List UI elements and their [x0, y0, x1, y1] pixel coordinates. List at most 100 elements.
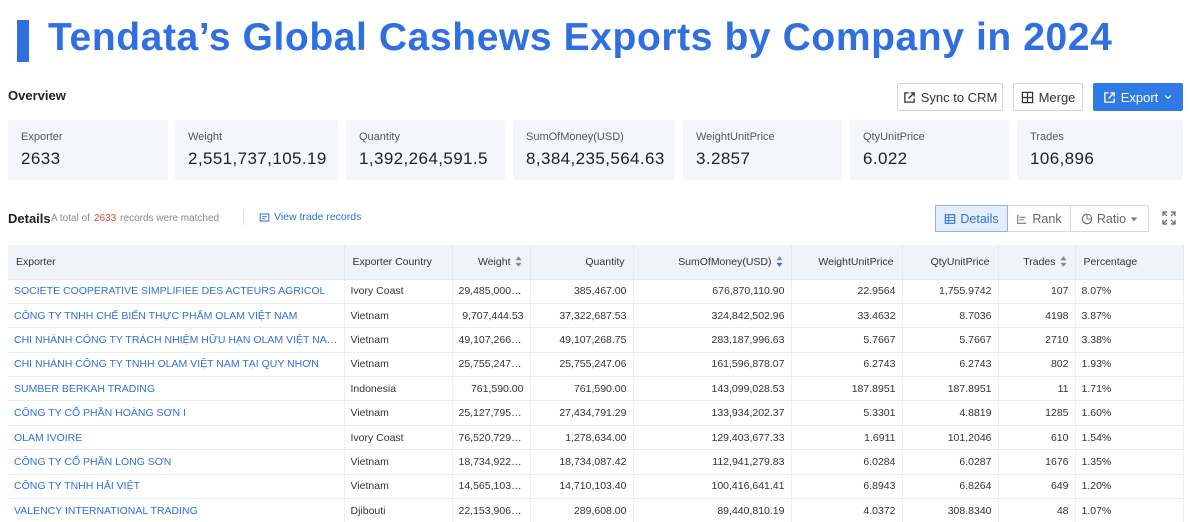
table-row: CÔNG TY CỔ PHẦN LONG SƠN Vietnam 18,734,92… [8, 449, 1184, 475]
cell-quantity: 761,590.00 [530, 376, 634, 401]
cell-quantity: 49,107,268.75 [530, 327, 634, 353]
exporter-name-link[interactable]: CHI NHÁNH CÔNG TY TNHH OLAM VIỆT NAM TẠI… [8, 351, 345, 377]
cell-percentage: 1.35% [1075, 449, 1184, 475]
cell-quantity: 25,755,247.06 [530, 351, 634, 377]
stat-card-sum-of-money: SumOfMoney(USD) 8,384,235,564.63 [513, 120, 675, 180]
tab-rank[interactable]: Rank [1008, 205, 1071, 232]
table-row: SOCIETE COOPERATIVE SIMPLIFIEE DES ACTEU… [8, 278, 1184, 304]
cell-weight: 761,590.00 [452, 376, 531, 401]
external-edit-icon [903, 91, 915, 103]
exporter-name-link[interactable]: CÔNG TY CỔ PHẦN LONG SƠN [8, 449, 345, 475]
cell-sum-of-money: 143,099,028.53 [633, 376, 792, 401]
stat-card-qty-unit-price: QtyUnitPrice 6.022 [850, 120, 1009, 180]
cell-weight-unit-price: 5.7667 [791, 327, 903, 353]
title-accent-bar [17, 20, 29, 62]
cell-weight: 76,520,729.00 [452, 424, 531, 450]
cell-exporter-country: Ivory Coast [344, 278, 453, 304]
cell-percentage: 1.60% [1075, 400, 1184, 426]
cell-qty-unit-price: 6.0287 [902, 449, 999, 475]
table-row: CHI NHÁNH CÔNG TY TRÁCH NHIỆM HỮU HẠN OL… [8, 327, 1184, 353]
fullscreen-icon[interactable] [1162, 211, 1176, 225]
exporter-name-link[interactable]: CÔNG TY TNHH HẢI VIỆT [8, 473, 345, 499]
cell-weight-unit-price: 1.6911 [791, 424, 903, 450]
tab-rank-label: Rank [1032, 211, 1062, 226]
stat-card-weight-unit-price: WeightUnitPrice 3.2857 [683, 120, 842, 180]
cell-qty-unit-price: 101.2046 [902, 424, 999, 450]
cell-percentage: 1.07% [1075, 498, 1184, 522]
cell-qty-unit-price: 8.7036 [902, 302, 999, 328]
export-label: Export [1120, 89, 1159, 105]
cell-qty-unit-price: 187.8951 [902, 376, 999, 401]
stat-label: SumOfMoney(USD) [526, 131, 624, 143]
exporter-name-link[interactable]: VALENCY INTERNATIONAL TRADING [8, 498, 345, 522]
cell-weight-unit-price: 33.4632 [791, 302, 903, 328]
table-icon [945, 213, 956, 224]
cell-quantity: 289,608.00 [530, 498, 634, 522]
column-header-sum-of-money[interactable]: SumOfMoney(USD) [633, 245, 792, 279]
exporter-name-link[interactable]: CÔNG TY TNHH CHẾ BIẾN THỰC PHẨM OLAM VIỆ… [8, 302, 345, 328]
cell-trades: 610 [998, 424, 1076, 450]
cell-weight: 22,153,906.00 [452, 498, 531, 522]
exporter-name-link[interactable]: SOCIETE COOPERATIVE SIMPLIFIEE DES ACTEU… [8, 278, 345, 304]
cell-weight: 25,127,795.76 [452, 400, 531, 426]
stat-label: Quantity [359, 131, 400, 143]
exporter-name-link[interactable]: CÔNG TY CỔ PHẦN HOÀNG SƠN I [8, 400, 345, 426]
cell-percentage: 1.20% [1075, 473, 1184, 499]
table-row: VALENCY INTERNATIONAL TRADING Djibouti 22,… [8, 498, 1184, 522]
cell-exporter-country: Vietnam [344, 302, 453, 328]
cell-qty-unit-price: 6.2743 [902, 351, 999, 377]
cell-exporter-country: Ivory Coast [344, 424, 453, 450]
cell-weight: 9,707,444.53 [452, 302, 531, 328]
merge-button[interactable]: Merge [1013, 83, 1083, 111]
total-suffix: records were matched [120, 213, 220, 224]
cell-exporter-country: Vietnam [344, 473, 453, 499]
column-header-trades-label: Trades [1023, 255, 1056, 268]
cell-quantity: 14,710,103.40 [530, 473, 634, 499]
exporter-name-link[interactable]: SUMBER BERKAH TRADING [8, 376, 345, 401]
cell-sum-of-money: 161,596,878.07 [633, 351, 792, 377]
column-header-weight[interactable]: Weight [452, 245, 531, 279]
stat-value: 106,896 [1030, 149, 1095, 168]
sync-to-crm-button[interactable]: Sync to CRM [897, 83, 1003, 111]
cell-exporter-country: Vietnam [344, 400, 453, 426]
cell-sum-of-money: 129,403,677.33 [633, 424, 792, 450]
sort-icon[interactable] [1059, 256, 1067, 268]
table-row: CÔNG TY TNHH CHẾ BIẾN THỰC PHẨM OLAM VIỆ… [8, 302, 1184, 328]
divider [243, 211, 244, 225]
cell-weight-unit-price: 187.8951 [791, 376, 903, 401]
cell-trades: 1676 [998, 449, 1076, 475]
tab-details[interactable]: Details [935, 205, 1008, 232]
stat-label: Trades [1030, 131, 1064, 143]
stat-label: Weight [188, 131, 223, 143]
cell-sum-of-money: 676,870,110.90 [633, 278, 792, 304]
column-header-trades[interactable]: Trades [998, 245, 1076, 279]
cell-exporter-country: Djibouti [344, 498, 453, 522]
table-row: CÔNG TY CỔ PHẦN HOÀNG SƠN I Vietnam 25,127… [8, 400, 1184, 426]
records-matched-text: A total of 2633 records were matched [51, 213, 219, 224]
cell-weight-unit-price: 22.9564 [791, 278, 903, 304]
column-header-qty-unit-price: QtyUnitPrice [902, 245, 999, 279]
total-count: 2633 [93, 213, 117, 224]
total-prefix: A total of [51, 213, 90, 224]
cell-quantity: 1,278,634.00 [530, 424, 634, 450]
cell-weight-unit-price: 6.0284 [791, 449, 903, 475]
cell-qty-unit-price: 5.7667 [902, 327, 999, 353]
stat-card-trades: Trades 106,896 [1017, 120, 1183, 180]
column-header-sum-of-money-label: SumOfMoney(USD) [678, 255, 772, 268]
export-button[interactable]: Export [1093, 83, 1183, 111]
cell-trades: 1285 [998, 400, 1076, 426]
tab-ratio[interactable]: Ratio [1071, 205, 1149, 232]
exporter-name-link[interactable]: CHI NHÁNH CÔNG TY TRÁCH NHIỆM HỮU HẠN OL… [8, 327, 345, 353]
cell-percentage: 1.93% [1075, 351, 1184, 377]
sort-icon[interactable] [514, 256, 522, 268]
table-row: SUMBER BERKAH TRADING Indonesia 761,590.00… [8, 376, 1184, 401]
view-trade-records-link[interactable]: View trade records [259, 211, 361, 223]
cell-sum-of-money: 324,842,502.96 [633, 302, 792, 328]
sort-icon[interactable] [775, 256, 783, 268]
cell-exporter-country: Vietnam [344, 351, 453, 377]
cell-qty-unit-price: 1,755.9742 [902, 278, 999, 304]
cell-percentage: 8.07% [1075, 278, 1184, 304]
exporter-name-link[interactable]: OLAM IVOIRE [8, 424, 345, 450]
column-header-exporter: Exporter [8, 245, 345, 279]
cell-sum-of-money: 283,187,996.63 [633, 327, 792, 353]
